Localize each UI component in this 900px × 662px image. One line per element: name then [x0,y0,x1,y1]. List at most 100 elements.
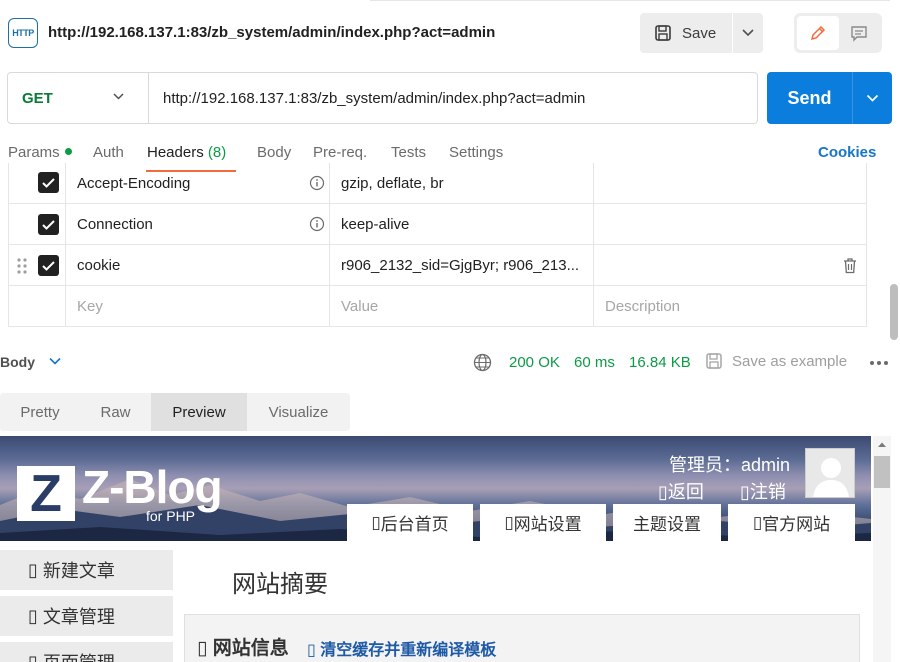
missing-glyph-icon: ▯ [504,512,514,532]
cookies-link[interactable]: Cookies [818,144,876,161]
preview-scrollbar-thumb[interactable] [874,456,890,488]
header-key[interactable]: cookie [77,257,120,274]
response-time[interactable]: 60 ms [574,354,615,371]
http-request-icon: HTTP [8,18,38,48]
chevron-down-icon [742,29,754,37]
drag-handle-icon[interactable] [17,257,27,275]
tab-params-label: Params [8,144,60,161]
user-avatar-icon [813,458,849,497]
panel-title: ▯ 网站信息 [197,633,289,660]
site-info-panel: ▯ 网站信息 ▯ 清空缓存并重新编译模板 [184,614,860,662]
table-row: Accept-Encoding gzip, deflate, br [8,163,867,204]
tab-params[interactable]: Params [8,144,72,161]
documentation-mode-button[interactable] [839,16,879,50]
logout-link-label: 注销 [749,482,786,502]
new-header-key-input[interactable]: Key [77,298,103,315]
missing-glyph-icon: ▯ [371,512,381,532]
missing-glyph-icon: ▯ [197,638,208,659]
clear-cache-link[interactable]: ▯ 清空缓存并重新编译模板 [307,636,496,660]
nav-tab-theme-settings[interactable]: 主题设置 [613,504,721,541]
missing-glyph-icon: ▯ [28,559,38,580]
save-icon [655,25,671,41]
tab-headers[interactable]: Headers (8) [147,144,226,161]
info-icon[interactable] [309,216,325,232]
missing-glyph-icon: ▯ [28,605,38,626]
response-body-selector[interactable]: Body [0,354,35,370]
nav-tab-label: 官方网站 [762,515,831,534]
tab-auth[interactable]: Auth [93,144,124,161]
header-value[interactable]: gzip, deflate, br [341,175,444,192]
back-link-label: 返回 [667,482,704,502]
nav-tab-label: 后台首页 [380,515,449,534]
header-key[interactable]: Accept-Encoding [77,175,190,192]
globe-icon[interactable] [473,353,492,372]
header-enabled-checkbox[interactable] [38,255,59,276]
nav-tab-label: 网站设置 [513,515,582,534]
save-button-label: Save [682,24,717,42]
tab-body[interactable]: Body [257,144,291,161]
header-key[interactable]: Connection [77,216,153,233]
nav-tab-official-site[interactable]: ▯ 官方网站 [728,504,855,541]
header-enabled-checkbox[interactable] [38,172,59,193]
avatar[interactable] [805,448,855,498]
info-icon[interactable] [309,175,325,191]
save-button[interactable]: Save [640,13,732,53]
side-menu-page-management[interactable]: ▯ 页面管理 [0,642,173,662]
missing-glyph-icon: ▯ [307,642,316,659]
save-options-button[interactable] [733,13,763,53]
edit-mode-button[interactable] [797,16,839,50]
side-menu-label: 新建文章 [42,561,115,581]
tab-strip-divider [370,0,890,3]
zblog-logo-text: Z-Blog [82,461,223,513]
table-row: Connection keep-alive [8,204,867,245]
request-title-bar: HTTP http://192.168.137.1:83/zb_system/a… [0,0,900,68]
view-tab-visualize[interactable]: Visualize [247,393,350,431]
table-row: cookie r906_2132_sid=GjgByr; r906_213... [8,245,867,286]
header-enabled-checkbox[interactable] [38,214,59,235]
missing-glyph-icon: ▯ [28,651,38,662]
chevron-down-icon[interactable] [48,354,62,368]
logout-link[interactable]: ▯注销 [740,478,786,504]
page-title: 网站摘要 [232,571,328,598]
new-header-value-input[interactable]: Value [341,298,378,315]
save-as-example-button[interactable]: Save as example [705,352,847,370]
request-title[interactable]: http://192.168.137.1:83/zb_system/admin/… [48,24,495,41]
trash-icon[interactable] [842,257,858,274]
zblog-logo-subtitle: for PHP [146,508,196,524]
nav-tab-admin-home[interactable]: ▯ 后台首页 [347,504,473,541]
view-tab-pretty[interactable]: Pretty [0,393,80,431]
headers-count: (8) [207,144,227,161]
side-menu-post-management[interactable]: ▯ 文章管理 [0,596,173,636]
send-button[interactable]: Send [767,72,852,124]
send-options-button[interactable] [852,72,892,124]
url-bar: GET http://192.168.137.1:83/zb_system/ad… [7,72,758,124]
view-tab-raw[interactable]: Raw [80,393,151,431]
header-value[interactable]: keep-alive [341,216,409,233]
checkmark-icon [42,219,55,230]
view-tab-preview[interactable]: Preview [151,393,247,431]
status-code[interactable]: 200 OK [509,354,560,371]
back-link[interactable]: ▯返回 [658,478,704,504]
request-panel-scrollbar[interactable] [890,284,898,340]
save-as-example-label: Save as example [732,352,848,370]
url-divider [148,73,149,123]
missing-glyph-icon: ▯ [752,512,763,532]
response-view-tabs: Pretty Raw Preview Visualize [0,393,350,431]
tab-settings[interactable]: Settings [449,144,503,161]
tab-prerequest[interactable]: Pre-req. [313,144,367,161]
side-menu-new-post[interactable]: ▯ 新建文章 [0,550,173,590]
scroll-up-arrow-icon[interactable] [877,441,887,448]
chevron-down-icon[interactable] [112,90,125,103]
more-options-icon[interactable] [869,360,889,366]
header-value[interactable]: r906_2132_sid=GjgByr; r906_213... [341,257,579,274]
url-input[interactable]: http://192.168.137.1:83/zb_system/admin/… [163,90,585,107]
tab-tests[interactable]: Tests [391,144,426,161]
method-select[interactable]: GET [22,90,53,107]
nav-tab-site-settings[interactable]: ▯ 网站设置 [480,504,606,541]
comment-icon [851,26,867,42]
side-menu-label: 文章管理 [42,607,115,627]
new-header-description-input[interactable]: Description [605,298,680,315]
save-icon [706,353,722,369]
response-size[interactable]: 16.84 KB [629,354,691,371]
zblog-logo-mark: Z [17,466,75,521]
